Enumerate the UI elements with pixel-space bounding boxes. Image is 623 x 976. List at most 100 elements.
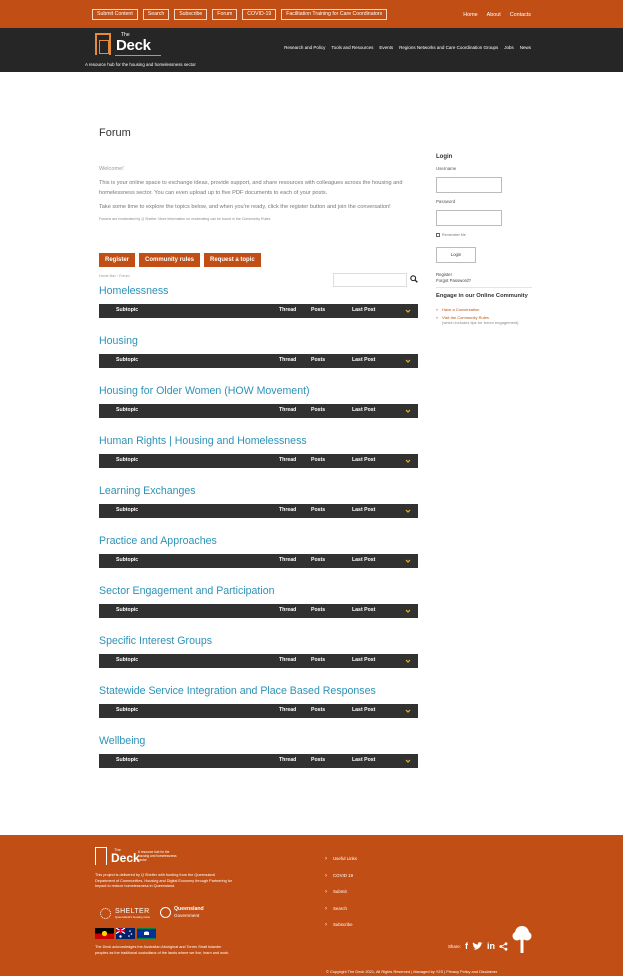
qld-government-logo[interactable]: Queensland Government xyxy=(160,906,204,918)
about-link[interactable]: About xyxy=(487,12,501,18)
footer-logo-deck: Deck xyxy=(111,851,140,865)
col-last-post: Last Post xyxy=(352,307,376,313)
category-header-housing[interactable]: Subtopic Thread Posts Last Post xyxy=(99,354,418,368)
category-header-wellbeing[interactable]: Subtopic Thread Posts Last Post xyxy=(99,754,418,768)
breadcrumb[interactable]: Home Nav › Forum xyxy=(99,274,130,278)
sidebar-divider xyxy=(436,287,532,288)
nav-news[interactable]: News xyxy=(520,45,531,50)
nav-regions-networks[interactable]: Regions Networks and Care Coordination G… xyxy=(399,45,498,50)
nav-jobs[interactable]: Jobs xyxy=(504,45,514,50)
shelter-logo[interactable]: SHELTER Queensland's housing voice xyxy=(100,908,150,919)
col-last-post: Last Post xyxy=(352,657,376,663)
col-subtopic: Subtopic xyxy=(116,307,139,313)
category-title-sector-engagement[interactable]: Sector Engagement and Participation xyxy=(99,585,275,597)
category-title-older-women[interactable]: Housing for Older Women (HOW Movement) xyxy=(99,385,310,397)
col-subtopic: Subtopic xyxy=(116,707,139,713)
qld-government: Government xyxy=(174,912,200,918)
chevron-down-icon[interactable] xyxy=(405,708,411,714)
footer-link-subscribe[interactable]: Subscribe xyxy=(325,922,357,939)
category-header-sector-engagement[interactable]: Subtopic Thread Posts Last Post xyxy=(99,604,418,618)
linkedin-icon[interactable]: in xyxy=(487,941,495,951)
col-posts: Posts xyxy=(311,707,326,713)
home-link[interactable]: Home xyxy=(463,12,477,18)
chevron-down-icon[interactable] xyxy=(405,758,411,764)
chevron-down-icon[interactable] xyxy=(405,658,411,664)
subscribe-button[interactable]: Subscribe xyxy=(174,9,208,20)
col-subtopic: Subtopic xyxy=(116,407,139,413)
facebook-icon[interactable]: f xyxy=(465,941,468,951)
request-topic-button[interactable]: Request a topic xyxy=(204,253,261,267)
forum-actions: Register Community rules Request a topic xyxy=(99,253,261,267)
torres-strait-flag-icon xyxy=(137,928,156,939)
col-posts: Posts xyxy=(311,557,326,563)
footer-link-search[interactable]: Search xyxy=(325,906,357,923)
username-label: Username xyxy=(436,166,457,171)
covid-button[interactable]: COVID-19 xyxy=(242,9,277,20)
footer-link-useful-links[interactable]: Useful Links xyxy=(325,856,357,873)
remember-checkbox[interactable] xyxy=(436,233,440,237)
footer-link-submit[interactable]: Submit xyxy=(325,889,357,906)
footer-link-covid[interactable]: COVID 19 xyxy=(325,873,357,890)
chevron-down-icon[interactable] xyxy=(405,558,411,564)
category-header-practice-approaches[interactable]: Subtopic Thread Posts Last Post xyxy=(99,554,418,568)
chevron-down-icon[interactable] xyxy=(405,508,411,514)
forum-search-input[interactable] xyxy=(333,273,407,287)
category-header-homelessness[interactable]: Subtopic Thread Posts Last Post xyxy=(99,304,418,318)
chevron-down-icon[interactable] xyxy=(405,458,411,464)
category-title-specific-interest[interactable]: Specific Interest Groups xyxy=(99,635,212,647)
chevron-down-icon[interactable] xyxy=(405,308,411,314)
aboriginal-flag-icon xyxy=(95,928,114,939)
register-button[interactable]: Register xyxy=(99,253,136,267)
remember-me[interactable]: Remember Me xyxy=(436,233,536,237)
category-title-statewide-integration[interactable]: Statewide Service Integration and Place … xyxy=(99,685,376,697)
forgot-password-link[interactable]: Forgot Password? xyxy=(436,278,536,284)
col-thread: Thread xyxy=(279,707,297,713)
chevron-down-icon[interactable] xyxy=(405,408,411,414)
nav-research-policy[interactable]: Research and Policy xyxy=(284,45,325,50)
category-title-learning-exchanges[interactable]: Learning Exchanges xyxy=(99,485,196,497)
community-rules-label: Visit the Community Rules xyxy=(442,314,489,320)
have-conversation-link[interactable]: Have a Conversation xyxy=(436,307,536,312)
login-button[interactable]: Login xyxy=(436,247,476,263)
sidebar: Login Username Password Remember Me Logi… xyxy=(436,154,536,328)
category-header-older-women[interactable]: Subtopic Thread Posts Last Post xyxy=(99,404,418,418)
category-title-housing[interactable]: Housing xyxy=(99,335,138,347)
forum-button[interactable]: Forum xyxy=(212,9,238,20)
footer-project-text: This project is delivered by Q Shelter w… xyxy=(95,873,233,888)
community-rules-link[interactable]: Visit the Community Rules (which include… xyxy=(436,315,536,325)
search-icon[interactable] xyxy=(410,275,418,283)
submit-content-button[interactable]: Submit Content xyxy=(92,9,138,20)
house-icon xyxy=(95,847,107,865)
col-posts: Posts xyxy=(311,357,326,363)
category-title-homelessness[interactable]: Homelessness xyxy=(99,285,168,297)
footer-logo[interactable]: The Deck xyxy=(95,847,140,869)
forum-intro: Welcome! This is your online space to ex… xyxy=(99,164,409,227)
share-icon[interactable] xyxy=(499,941,508,951)
col-last-post: Last Post xyxy=(352,507,376,513)
facilitation-training-button[interactable]: Facilitation Training for Care Coordinat… xyxy=(281,9,388,20)
category-header-human-rights[interactable]: Subtopic Thread Posts Last Post xyxy=(99,454,418,468)
search-button[interactable]: Search xyxy=(142,9,170,20)
col-last-post: Last Post xyxy=(352,457,376,463)
category-header-statewide-integration[interactable]: Subtopic Thread Posts Last Post xyxy=(99,704,418,718)
col-posts: Posts xyxy=(311,757,326,763)
twitter-icon[interactable] xyxy=(472,941,483,951)
chevron-down-icon[interactable] xyxy=(405,608,411,614)
site-logo[interactable]: The Deck xyxy=(95,31,165,61)
footer-tagline: A resource hub for the housing and homel… xyxy=(138,850,177,863)
password-field[interactable] xyxy=(436,210,502,226)
nav-events[interactable]: Events xyxy=(379,45,393,50)
nav-tools-resources[interactable]: Tools and Resources xyxy=(331,45,373,50)
category-title-human-rights[interactable]: Human Rights | Housing and Homelessness xyxy=(99,435,307,447)
category-title-practice-approaches[interactable]: Practice and Approaches xyxy=(99,535,217,547)
username-field[interactable] xyxy=(436,177,502,193)
community-rules-button[interactable]: Community rules xyxy=(139,253,201,267)
moderation-note: Forums are moderated by Q Shelter. More … xyxy=(99,217,272,221)
contacts-link[interactable]: Contacts xyxy=(510,12,531,18)
category-title-wellbeing[interactable]: Wellbeing xyxy=(99,735,145,747)
chevron-down-icon[interactable] xyxy=(405,358,411,364)
australian-flag-icon xyxy=(116,928,135,939)
category-header-specific-interest[interactable]: Subtopic Thread Posts Last Post xyxy=(99,654,418,668)
col-posts: Posts xyxy=(311,657,326,663)
category-header-learning-exchanges[interactable]: Subtopic Thread Posts Last Post xyxy=(99,504,418,518)
